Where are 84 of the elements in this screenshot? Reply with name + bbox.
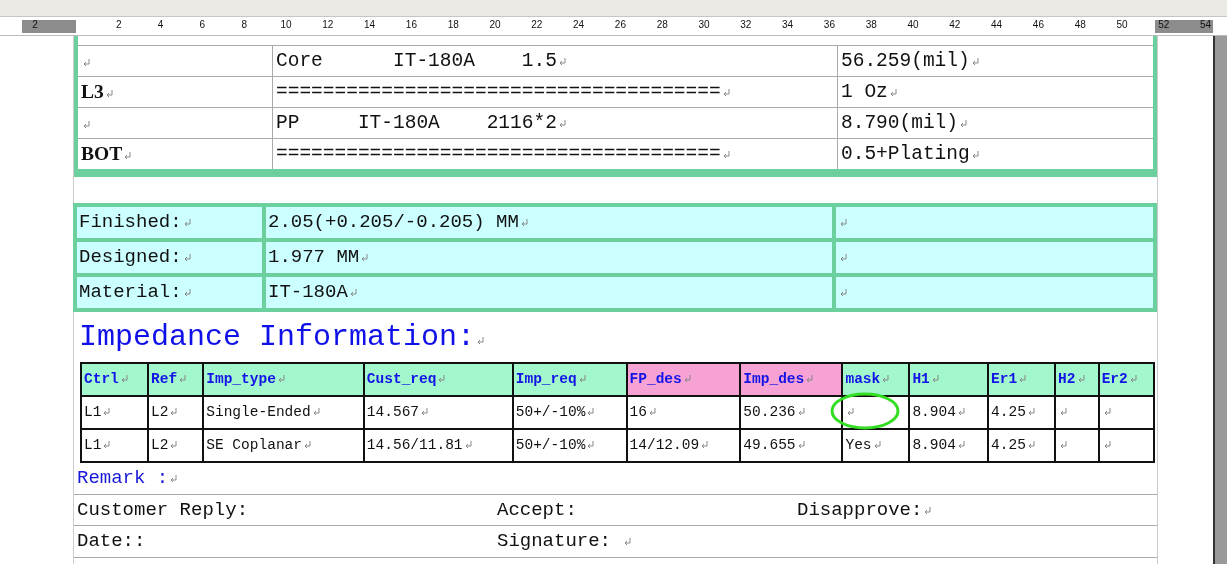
table-cell: 4.25 — [991, 436, 1026, 453]
remark-label: Remark : — [77, 467, 169, 489]
table-cell: 8.904 — [912, 403, 956, 420]
table-cell: 49.655 — [743, 436, 796, 453]
field-label: Designed: — [79, 246, 182, 268]
field-value: IT-180A — [268, 281, 348, 303]
table-cell: 50.236 — [743, 403, 796, 420]
table-cell: 14.567 — [366, 403, 420, 420]
column-header: mask — [845, 370, 881, 387]
table-cell: Yes — [845, 436, 872, 453]
ruler-number: 30 — [698, 19, 710, 30]
ruler-number: 38 — [865, 19, 877, 30]
material-cell: Core IT-180A 1.5 — [276, 50, 557, 72]
ruler-number: 52 — [1158, 19, 1170, 30]
table-cell: Single-Ended — [206, 403, 311, 420]
thickness-cell: 56.259(mil) — [841, 50, 970, 72]
section-title: Impedance Information: — [79, 320, 476, 354]
thickness-cell: 1 Oz — [841, 81, 888, 103]
ruler-number: 24 — [573, 19, 585, 30]
column-header: Er2 — [1101, 370, 1128, 387]
table-cell: 14/12.09 — [629, 436, 700, 453]
material-cell: ====================================== — [276, 81, 721, 103]
table-cell: 4.25 — [991, 403, 1026, 420]
form-label: Customer Reply: — [77, 498, 249, 521]
ruler-number: 18 — [447, 19, 459, 30]
column-header: Ref — [151, 370, 178, 387]
thickness-cell: 0.5+Plating — [841, 143, 970, 165]
ruler-number: 12 — [322, 19, 334, 30]
table-cell: 16 — [629, 403, 647, 420]
ruler-margin — [1155, 20, 1213, 33]
field-label: Material: — [79, 281, 182, 303]
ruler-number: 16 — [405, 19, 417, 30]
ruler-number: 48 — [1074, 19, 1086, 30]
column-header: Imp_type — [206, 370, 276, 387]
table-cell: 50+/-10% — [515, 436, 586, 453]
ruler-number: 2 — [116, 19, 122, 30]
table-cell: L2 — [151, 436, 169, 453]
field-value: 1.977 MM — [268, 246, 360, 268]
table-cell: 8.904 — [912, 436, 956, 453]
field-value: 2.05(+0.205/-0.205) MM — [268, 211, 519, 233]
material-cell: ====================================== — [276, 143, 721, 165]
ruler-number: 44 — [991, 19, 1003, 30]
ruler-margin — [22, 20, 76, 33]
ruler-number: 50 — [1116, 19, 1128, 30]
form-label: Accept: — [497, 498, 577, 521]
layer-label: L3 — [81, 81, 104, 102]
ruler-number: 4 — [157, 19, 164, 30]
ruler-number: 8 — [241, 19, 247, 30]
ruler-number: 26 — [614, 19, 626, 30]
thickness-cell: 8.790(mil) — [841, 112, 959, 134]
ruler-number: 34 — [782, 19, 794, 30]
column-header: Cust_req — [366, 370, 437, 387]
column-header: H1 — [912, 370, 930, 387]
ruler-number: 32 — [740, 19, 752, 30]
column-header: H2 — [1058, 370, 1076, 387]
material-cell: PP IT-180A 2116*2 — [276, 112, 557, 134]
ruler-number: 54 — [1200, 19, 1212, 30]
form-label: Date:: — [77, 530, 146, 552]
ruler-number: 28 — [656, 19, 668, 30]
column-header: Ctrl — [84, 370, 119, 387]
column-header: Er1 — [991, 370, 1018, 387]
table-cell: SE Coplanar — [206, 436, 302, 453]
layer-label: BOT — [81, 143, 123, 164]
field-label: Finished: — [79, 211, 182, 233]
ruler-number: 10 — [280, 19, 292, 30]
ruler-number: 20 — [489, 19, 501, 30]
form-label: Signature: — [497, 530, 613, 552]
ruler-number: 42 — [949, 19, 961, 30]
ruler-number: 6 — [199, 19, 206, 30]
table-cell: L1 — [84, 403, 102, 420]
ruler-number: 22 — [531, 19, 543, 30]
ruler-number: 46 — [1032, 19, 1044, 30]
table-cell: L1 — [84, 436, 102, 453]
ruler-number: 36 — [823, 19, 835, 30]
table-cell: 50+/-10% — [515, 403, 586, 420]
table-cell: L2 — [151, 403, 169, 420]
column-header: FP_des — [629, 370, 682, 387]
column-header: Imp_req — [515, 370, 577, 387]
table-cell: 14.56/11.81 — [366, 436, 463, 453]
column-header: Imp_des — [743, 370, 805, 387]
ruler-number: 14 — [364, 19, 376, 30]
form-label: Disapprove: — [797, 498, 923, 521]
ruler-number: 40 — [907, 19, 919, 30]
ruler-number: 2 — [32, 19, 38, 30]
